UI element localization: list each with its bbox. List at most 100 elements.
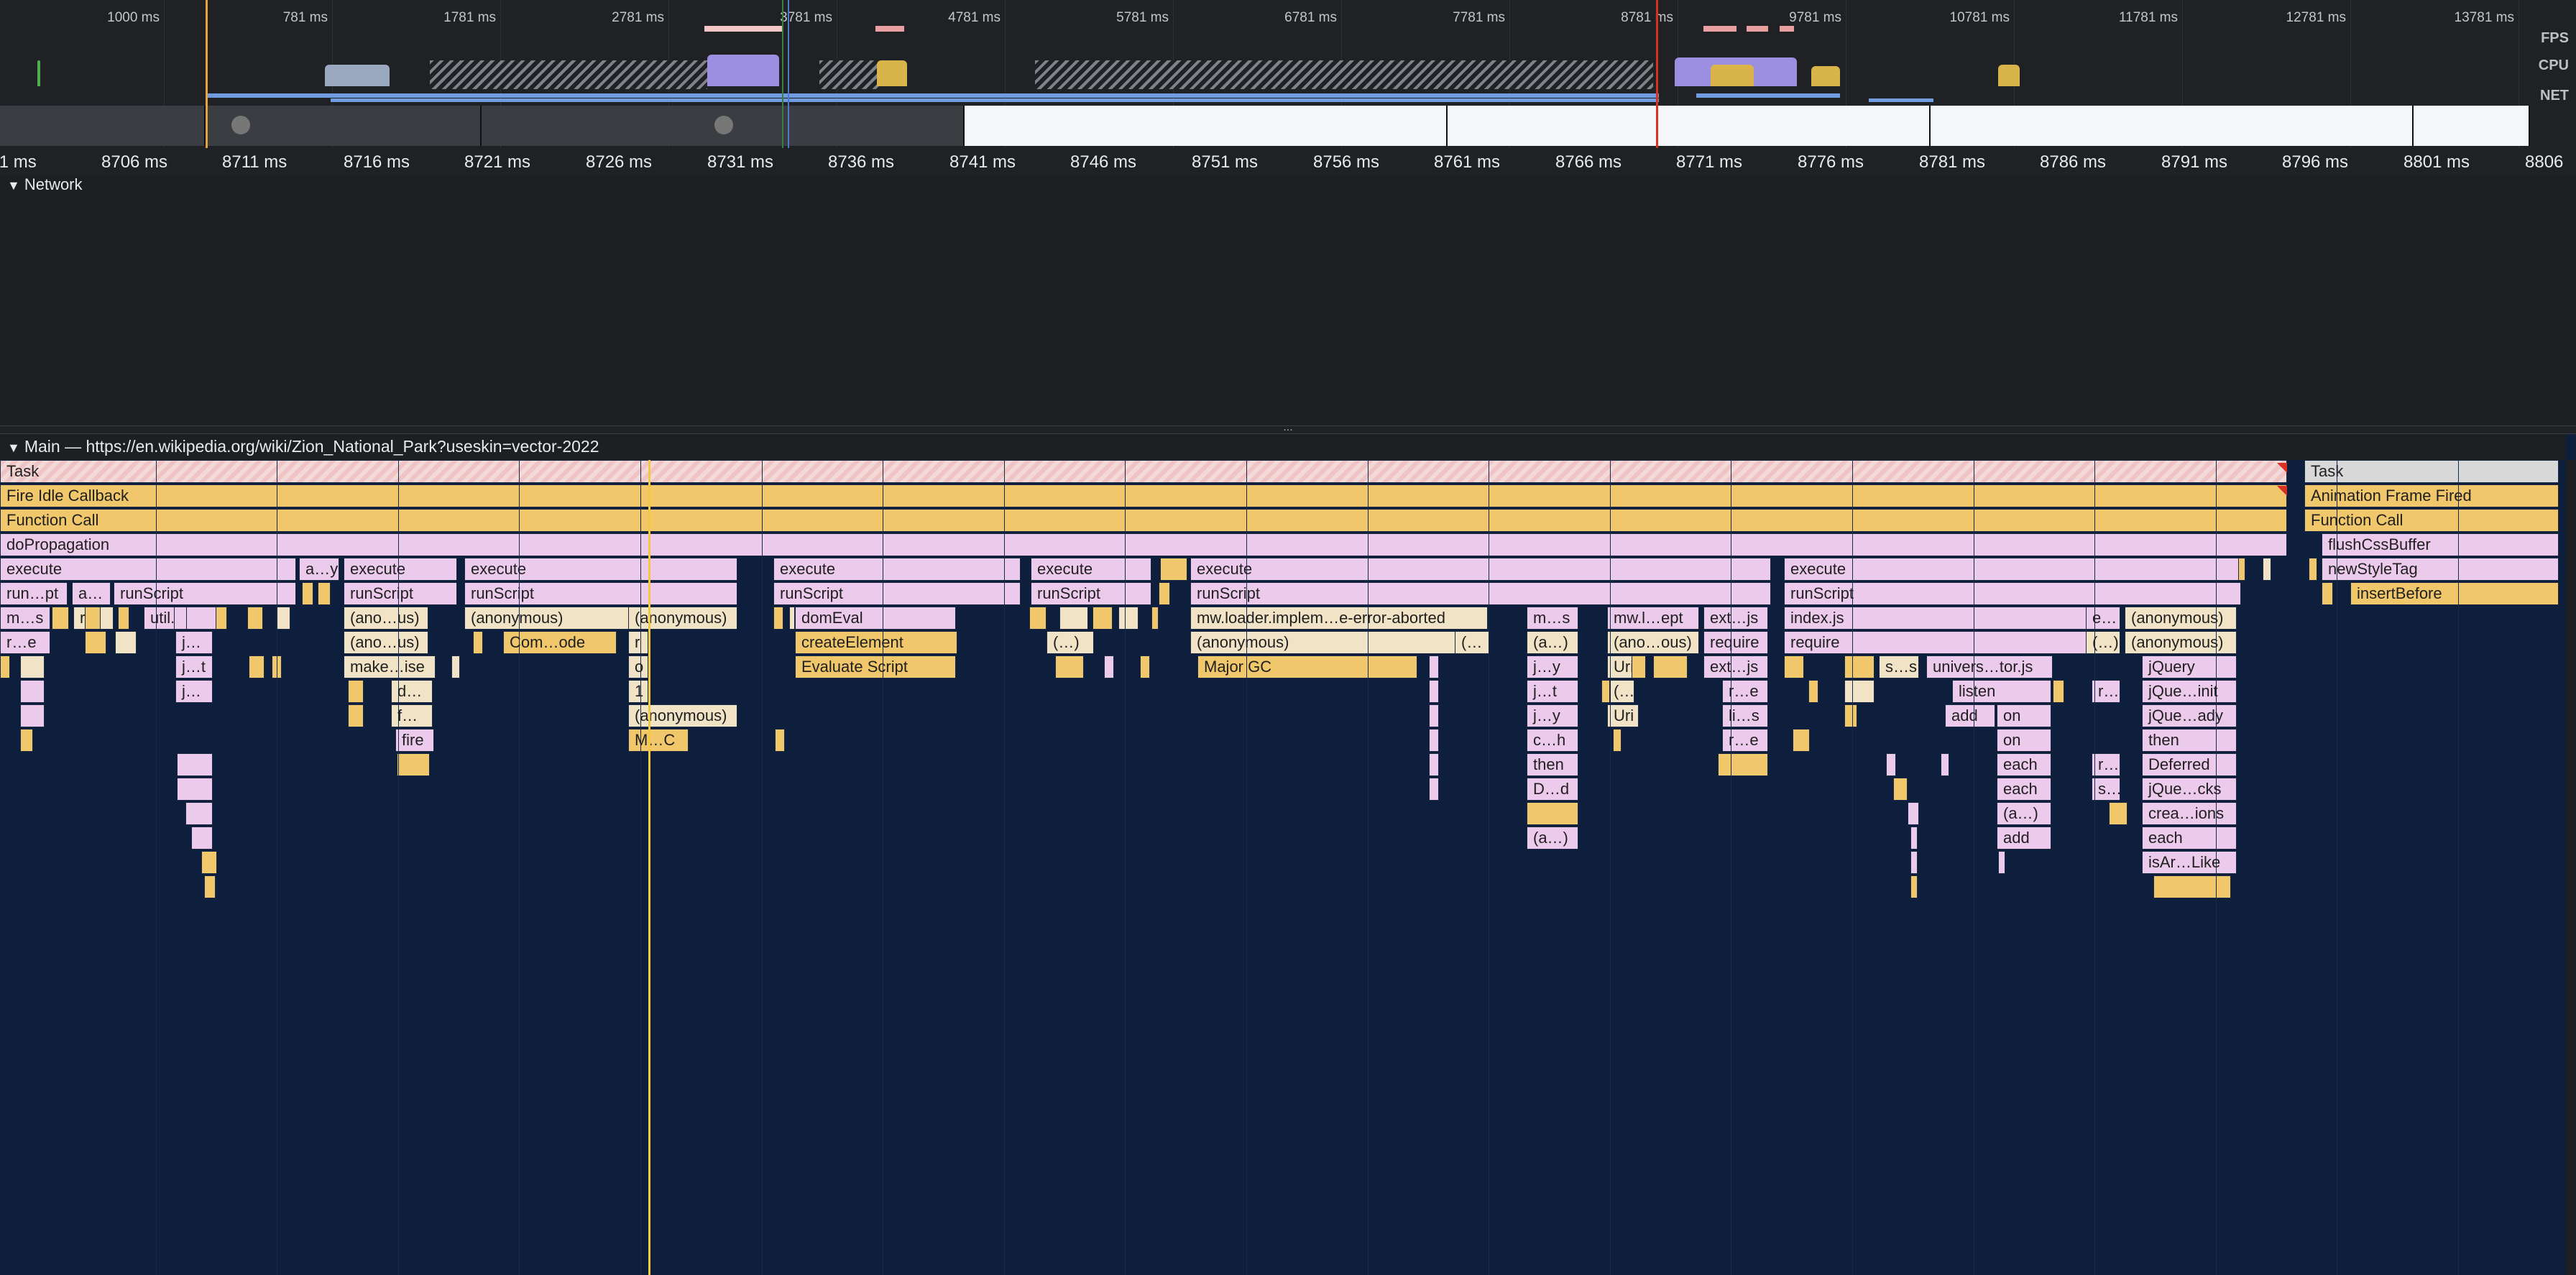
flame-bar[interactable]: execute — [1190, 558, 1771, 581]
flame-bar[interactable]: (a…) — [1527, 827, 1578, 850]
flame-bar[interactable]: execute — [344, 558, 457, 581]
flame-bar[interactable]: insertBefore — [2350, 582, 2559, 605]
flame-bar[interactable] — [118, 607, 129, 630]
flame-bar[interactable] — [85, 631, 106, 654]
flame-bar[interactable]: Evaluate Script — [795, 655, 956, 678]
flame-bar[interactable]: Uri — [1607, 704, 1639, 727]
flame-bar[interactable] — [1632, 655, 1646, 678]
flame-bar[interactable]: mw.l…ept — [1607, 607, 1699, 630]
flame-bar[interactable]: Task — [2304, 460, 2559, 483]
flame-bar[interactable] — [52, 607, 69, 630]
flame-bar[interactable]: jQue…init — [2142, 680, 2237, 703]
flame-bar[interactable]: jQue…ady — [2142, 704, 2237, 727]
flame-bar[interactable]: univers…tor.js — [1926, 655, 2053, 678]
flame-bar[interactable]: m…s — [1527, 607, 1578, 630]
flame-bar[interactable] — [1910, 827, 1918, 850]
flame-bar[interactable] — [20, 655, 45, 678]
flame-bar[interactable]: j…y — [1527, 655, 1578, 678]
flame-bar[interactable] — [1092, 607, 1113, 630]
flame-bar[interactable]: (anonymous) — [628, 607, 737, 630]
flame-bar[interactable]: m…s — [0, 607, 50, 630]
flame-bar[interactable] — [20, 680, 45, 703]
flame-bar[interactable] — [2153, 875, 2231, 898]
flame-bar[interactable] — [473, 631, 483, 654]
flame-bar[interactable]: make…ise — [344, 655, 436, 678]
flame-bar[interactable]: o — [628, 655, 648, 678]
flame-bar[interactable]: r…e — [0, 631, 50, 654]
flame-bar[interactable]: on — [1997, 729, 2051, 752]
flame-bar[interactable]: runScript — [114, 582, 296, 605]
flame-bar[interactable] — [1104, 655, 1114, 678]
flame-bar[interactable] — [247, 607, 263, 630]
flame-bar[interactable]: (… — [1607, 680, 1634, 703]
flame-bar[interactable]: (…) — [1046, 631, 1094, 654]
flame-bar[interactable]: (a…) — [1997, 802, 2051, 825]
flame-bar[interactable] — [1118, 607, 1138, 630]
flame-bar[interactable]: M…C — [628, 729, 689, 752]
flame-bar[interactable]: li…s — [1722, 704, 1768, 727]
flame-bar[interactable]: execute — [464, 558, 737, 581]
flame-bar[interactable] — [1151, 607, 1159, 630]
flame-bar[interactable]: on — [1997, 704, 2051, 727]
flame-bar[interactable] — [1910, 851, 1918, 874]
selection-end-handle[interactable] — [1656, 0, 1658, 148]
flame-bar[interactable]: c…h — [1527, 729, 1578, 752]
flame-bar[interactable] — [1160, 558, 1187, 581]
flame-bar[interactable]: runScript — [1031, 582, 1151, 605]
flame-bar[interactable]: ext…js — [1703, 607, 1768, 630]
flame-bar[interactable] — [1429, 704, 1439, 727]
flame-bar[interactable] — [1159, 582, 1170, 605]
flame-bar[interactable]: crea…ions — [2142, 802, 2237, 825]
flame-bar[interactable] — [1601, 680, 1610, 703]
flame-bar[interactable] — [2053, 680, 2064, 703]
flame-bar[interactable] — [1059, 607, 1088, 630]
flame-bar[interactable]: Animation Frame Fired — [2304, 484, 2559, 507]
flame-bar[interactable] — [276, 607, 290, 630]
flame-bar[interactable]: fire — [395, 729, 434, 752]
flame-bar[interactable]: (…) — [2086, 631, 2120, 654]
flame-bar[interactable] — [174, 607, 187, 630]
flame-bar[interactable] — [1029, 607, 1046, 630]
flame-bar[interactable]: (ano…ous) — [1607, 631, 1699, 654]
flame-bar[interactable] — [1886, 753, 1896, 776]
flame-bar[interactable] — [249, 655, 264, 678]
flame-bar[interactable] — [1998, 851, 2005, 874]
flame-bar[interactable] — [1429, 655, 1439, 678]
flame-bar[interactable] — [1527, 802, 1578, 825]
flame-bar[interactable] — [1429, 729, 1439, 752]
flame-bar[interactable] — [1613, 729, 1622, 752]
flame-bar[interactable]: runScript — [344, 582, 457, 605]
flame-bar[interactable]: createElement — [795, 631, 957, 654]
flame-bar[interactable] — [85, 607, 101, 630]
flame-bar[interactable]: runScript — [773, 582, 1021, 605]
flame-bar[interactable]: execute — [1031, 558, 1151, 581]
flame-bar[interactable] — [451, 655, 460, 678]
flame-bar[interactable] — [115, 631, 137, 654]
flame-bar[interactable] — [191, 827, 213, 850]
flame-bar[interactable] — [1784, 655, 1804, 678]
main-track-header[interactable]: ▼ Main — https://en.wikipedia.org/wiki/Zi… — [0, 434, 2566, 460]
flame-bar[interactable]: r…e — [1722, 729, 1768, 752]
flame-bar[interactable]: each — [1997, 753, 2051, 776]
flame-bar[interactable] — [1055, 655, 1084, 678]
flame-bar[interactable]: s…s — [1879, 655, 1919, 678]
flame-bar[interactable] — [2238, 558, 2245, 581]
flame-bar[interactable] — [789, 607, 795, 630]
flame-bar[interactable]: r… — [2092, 753, 2120, 776]
flame-bar[interactable]: isAr…Like — [2142, 851, 2237, 874]
flame-bar[interactable]: run…pt — [0, 582, 68, 605]
flame-bar[interactable]: (ano…us) — [344, 631, 428, 654]
flame-bar[interactable]: (a…) — [1527, 631, 1578, 654]
flame-bar[interactable] — [1893, 778, 1908, 801]
flame-bar[interactable]: j… — [175, 680, 213, 703]
network-track-header[interactable]: ▼ Network — [7, 175, 83, 194]
flame-bar[interactable] — [20, 704, 45, 727]
flame-bar[interactable] — [1429, 753, 1439, 776]
flame-bar[interactable] — [2109, 802, 2128, 825]
flame-bar[interactable] — [1844, 655, 1874, 678]
flame-bar[interactable]: then — [1527, 753, 1578, 776]
flame-bar[interactable] — [2309, 558, 2317, 581]
flame-bar[interactable]: 1 — [628, 680, 648, 703]
flame-bar[interactable] — [1941, 753, 1949, 776]
flame-bar[interactable]: r…e — [1722, 680, 1768, 703]
